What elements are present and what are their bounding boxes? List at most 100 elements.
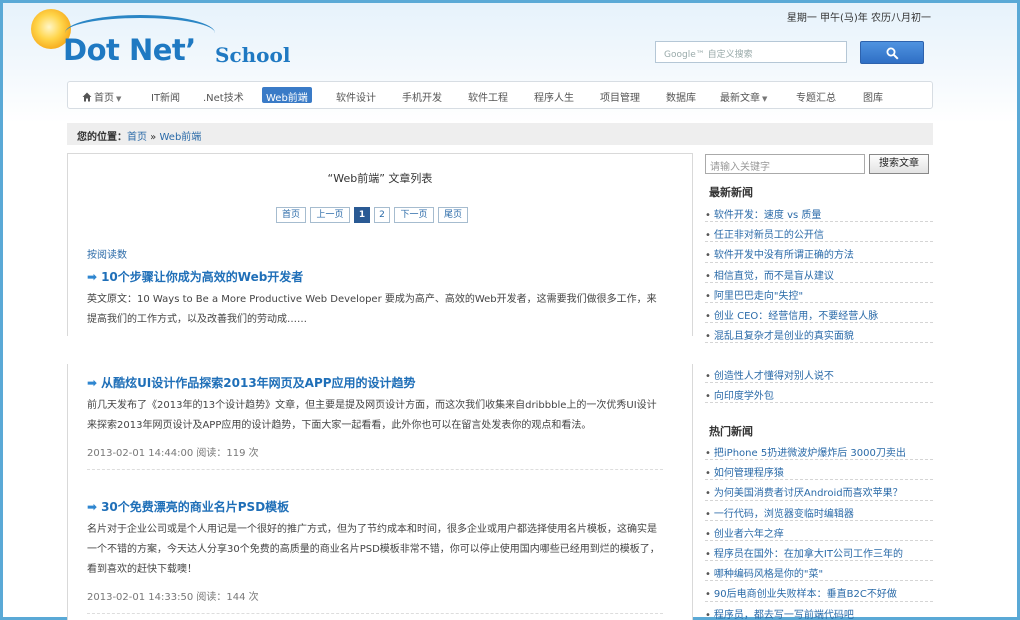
arrow-right-icon: ➡ — [87, 500, 98, 514]
nav-item-software-design[interactable]: 软件设计 — [336, 87, 376, 104]
article-search-input[interactable]: 请输入关键字 — [705, 154, 865, 174]
list-title: “Web前端” 文章列表 — [327, 172, 433, 185]
news-link: 为何美国消费者讨厌Android而喜欢苹果？ — [713, 488, 903, 500]
latest-news-item[interactable]: • 创业 CEO：经营信用，不要经营人脉 — [705, 303, 933, 324]
site-logo[interactable]: Dot Net’ School — [29, 7, 309, 73]
article-meta: 2013-02-01 14:44:00 阅读：119 次 — [87, 448, 259, 459]
hot-news-list: • 把iPhone 5扔进微波炉爆炸后 3000刀卖出 • 如何管理程序猿 • 为何美… — [705, 440, 933, 620]
bullet-icon: • — [705, 488, 711, 500]
bullet-icon: • — [705, 508, 711, 520]
bullet-icon: • — [705, 569, 711, 581]
latest-news-item[interactable]: • 软件开发：速度 vs 质量 — [705, 202, 933, 223]
article-title-text: 30个免费漂亮的商业名片PSD模板 — [101, 500, 290, 514]
bullet-icon: • — [705, 589, 711, 601]
news-link: 向印度学外包 — [713, 391, 774, 403]
news-link: 一行代码，浏览器变临时编辑器 — [713, 508, 854, 520]
news-link: 创业者六年之痒 — [713, 528, 784, 540]
nav-item-net[interactable]: .Net技术 — [203, 87, 244, 104]
hot-news-item[interactable]: • 哪种编码风格是你的"菜" — [705, 561, 933, 582]
hot-news-item[interactable]: • 创业者六年之痒 — [705, 521, 933, 541]
latest-news-item[interactable]: • 混乱且复杂才是创业的真实面貌 — [705, 323, 933, 344]
date-display: 星期一 甲午(马)年 农历八月初一 — [786, 13, 931, 24]
news-link: 程序员在国外：在加拿大IT公司工作三年的 — [713, 548, 903, 560]
article-title-link[interactable]: ➡ 10个步骤让你成为高效的Web开发者 — [87, 268, 663, 286]
sort-by-reads-link[interactable]: 按阅读数 — [87, 246, 127, 261]
breadcrumb-label: 您的位置： — [77, 132, 127, 143]
hot-news-item[interactable]: • 如何管理程序猿 — [705, 460, 933, 481]
site-search-input[interactable]: Google™ 自定义搜索 — [655, 41, 847, 63]
bullet-icon: • — [705, 371, 711, 382]
hot-news-item[interactable]: • 程序员在国外：在加拿大IT公司工作三年的 — [705, 541, 933, 562]
bullet-icon: • — [705, 290, 711, 302]
news-link: 任正非对新员工的公开信 — [713, 230, 824, 242]
hot-news-item[interactable]: • 为何美国消费者讨厌Android而喜欢苹果？ — [705, 480, 933, 501]
breadcrumb-current-link[interactable]: Web前端 — [159, 132, 201, 143]
article-summary: 前几天发布了《2013年的13个设计趋势》文章，但主要是提及网页设计方面，而这次… — [87, 400, 657, 431]
news-link: 阿里巴巴走向"失控" — [713, 290, 804, 302]
nav-item-label: 首页 — [94, 93, 114, 104]
nav-item-programmer-life[interactable]: 程序人生 — [534, 87, 574, 104]
hot-news-item[interactable]: • 90后电商创业失败样本：垂直B2C不好做 — [705, 581, 933, 602]
hot-news-item[interactable]: • 程序员，都去写一写前端代码吧 — [705, 602, 933, 620]
article-divider — [87, 469, 663, 470]
article-list-panel: “Web前端” 文章列表 首页 上一页 1 2 下一页 尾页 按阅读数 ➡ 10个… — [67, 153, 693, 620]
nav-item-home[interactable]: 首页 ▼ — [82, 87, 121, 104]
breadcrumb-separator: » — [147, 132, 160, 143]
bullet-icon: • — [705, 548, 711, 560]
article-item: ➡ 10个步骤让你成为高效的Web开发者 英文原文：10 Ways to Be a… — [87, 268, 663, 330]
bullet-icon: • — [705, 528, 711, 540]
bullet-icon: • — [705, 448, 711, 459]
latest-news-item[interactable]: • 向印度学外包 — [705, 383, 933, 404]
hot-news-item[interactable]: • 把iPhone 5扔进微波炉爆炸后 3000刀卖出 — [705, 440, 933, 461]
nav-item-it-news[interactable]: IT新闻 — [151, 87, 180, 104]
latest-news-item[interactable]: • 创造性人才懂得对别人说不 — [705, 363, 933, 384]
breadcrumb: 您的位置：首页 » Web前端 — [67, 123, 933, 145]
nav-item-web[interactable]: Web前端 — [262, 87, 312, 104]
news-link: 程序员，都去写一写前端代码吧 — [713, 609, 854, 620]
article-title-text: 10个步骤让你成为高效的Web开发者 — [101, 270, 304, 284]
article-item: ➡ 从酷炫UI设计作品探索2013年网页及APP应用的设计趋势 前几天发布了《20… — [87, 374, 663, 470]
hot-news-heading: 热门新闻 — [709, 425, 753, 438]
bullet-icon: • — [705, 310, 711, 322]
article-summary: 名片对于企业公司或是个人用记是一个很好的推广方式，但为了节约成本和时间，很多企业… — [87, 524, 660, 575]
latest-news-item[interactable]: • 相信直觉，而不是盲从建议 — [705, 263, 933, 283]
hot-news-item[interactable]: • 一行代码，浏览器变临时编辑器 — [705, 501, 933, 521]
blank-band — [63, 336, 703, 364]
nav-item-software-engineering[interactable]: 软件工程 — [468, 87, 508, 104]
bullet-icon: • — [705, 250, 711, 262]
pager-last[interactable]: 尾页 — [438, 207, 468, 223]
logo-main-text: Dot Net’ — [63, 33, 196, 67]
arrow-right-icon: ➡ — [87, 376, 98, 390]
nav-item-latest[interactable]: 最新文章 ▼ — [720, 87, 767, 104]
arrow-right-icon: ➡ — [87, 270, 98, 284]
latest-news-item[interactable]: • 任正非对新员工的公开信 — [705, 222, 933, 243]
news-link: 把iPhone 5扔进微波炉爆炸后 3000刀卖出 — [713, 448, 906, 459]
bullet-icon: • — [705, 270, 711, 282]
news-link: 90后电商创业失败样本：垂直B2C不好做 — [713, 589, 897, 601]
nav-item-gallery[interactable]: 图库 — [863, 87, 883, 104]
main-nav: 首页 ▼ IT新闻 .Net技术 Web前端 软件设计 手机开发 软件工程 程序人… — [67, 81, 933, 109]
nav-item-project-mgmt[interactable]: 项目管理 — [600, 87, 640, 104]
article-title-link[interactable]: ➡ 30个免费漂亮的商业名片PSD模板 — [87, 498, 663, 516]
page-frame: Dot Net’ School 星期一 甲午(马)年 农历八月初一 Google… — [0, 0, 1020, 620]
pager-next[interactable]: 下一页 — [394, 207, 434, 223]
breadcrumb-home-link[interactable]: 首页 — [127, 132, 147, 143]
article-search-button[interactable]: 搜索文章 — [869, 154, 929, 174]
pager-page-2[interactable]: 2 — [374, 207, 390, 223]
news-link: 相信直觉，而不是盲从建议 — [713, 270, 834, 282]
pager-page-1[interactable]: 1 — [354, 207, 370, 223]
pager-first[interactable]: 首页 — [276, 207, 306, 223]
pager-prev[interactable]: 上一页 — [310, 207, 350, 223]
latest-news-heading: 最新新闻 — [709, 186, 753, 199]
latest-news-item[interactable]: • 阿里巴巴走向"失控" — [705, 283, 933, 303]
nav-item-topics[interactable]: 专题汇总 — [796, 87, 836, 104]
bullet-icon: • — [705, 230, 711, 242]
nav-item-database[interactable]: 数据库 — [666, 87, 696, 104]
article-item: ➡ 30个免费漂亮的商业名片PSD模板 名片对于企业公司或是个人用记是一个很好的推… — [87, 498, 663, 614]
site-search-button[interactable] — [860, 41, 924, 64]
article-title-link[interactable]: ➡ 从酷炫UI设计作品探索2013年网页及APP应用的设计趋势 — [87, 374, 663, 392]
latest-news-list-continued: • 创造性人才懂得对别人说不 • 向印度学外包 — [705, 363, 933, 404]
news-link: 哪种编码风格是你的"菜" — [713, 569, 824, 581]
nav-item-mobile[interactable]: 手机开发 — [402, 87, 442, 104]
latest-news-item[interactable]: • 软件开发中没有所谓正确的方法 — [705, 242, 933, 263]
